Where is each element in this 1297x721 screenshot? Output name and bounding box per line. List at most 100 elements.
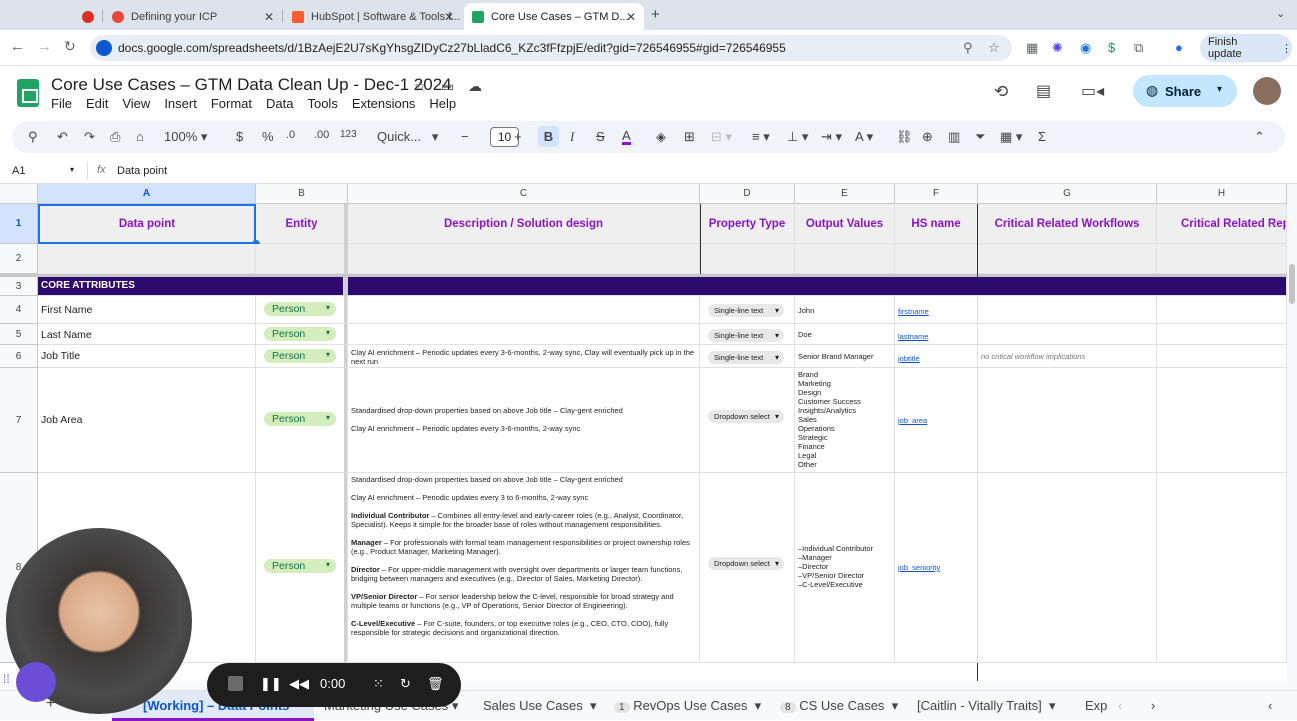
cell-h4[interactable] (1157, 296, 1287, 324)
cell-h7[interactable] (1157, 368, 1287, 473)
extension-icon[interactable]: ▦ (1026, 40, 1038, 56)
cell[interactable] (700, 244, 795, 274)
drag-handle-icon[interactable]: ⁞⁞ (3, 672, 10, 686)
column-header-g[interactable]: G (978, 184, 1157, 204)
cell-g7[interactable] (978, 368, 1157, 473)
cell-c4[interactable] (348, 296, 700, 324)
cell-d7[interactable]: Dropdown select (700, 368, 795, 473)
cell-b1[interactable]: Entity (256, 204, 348, 244)
merge-cells-icon[interactable]: ⊟ ▾ (711, 129, 732, 145)
back-icon[interactable]: ← (10, 38, 25, 55)
menu-data[interactable]: Data (266, 96, 293, 111)
hs-name-link[interactable]: lastname (898, 332, 928, 341)
font-size-increase-icon[interactable]: + (514, 129, 522, 144)
cell-d1[interactable]: Property Type (700, 204, 795, 244)
cell[interactable] (256, 244, 348, 274)
menu-view[interactable]: View (122, 96, 150, 111)
cell-b4[interactable]: Person (256, 296, 348, 324)
hs-name-link[interactable]: job_area (898, 416, 927, 425)
reload-icon[interactable]: ↻ (64, 38, 76, 55)
cell-e4[interactable]: John (795, 296, 895, 324)
cell-f4[interactable]: firstname (895, 296, 978, 324)
number-format-button[interactable]: 123 (340, 129, 357, 140)
cell-e1[interactable]: Output Values (795, 204, 895, 244)
strikethrough-icon[interactable]: S (596, 129, 605, 144)
grid-menu-icon[interactable]: ⁙ (373, 676, 384, 692)
column-header-h[interactable]: H (1157, 184, 1287, 204)
entity-chip[interactable]: Person (264, 412, 336, 426)
sheets-logo-icon[interactable] (17, 79, 39, 107)
cell-c8[interactable]: Standardised drop-down properties based … (348, 473, 700, 663)
text-color-icon[interactable]: A (622, 129, 631, 145)
row-header[interactable]: 5 (0, 324, 38, 345)
cell-f1[interactable]: HS name (895, 204, 978, 244)
move-folder-icon[interactable]: ▭ (441, 78, 454, 95)
text-wrap-icon[interactable]: ⇥ ▾ (821, 129, 842, 145)
print-icon[interactable]: ⎙ (110, 129, 120, 145)
cell-b6[interactable]: Person (256, 345, 348, 368)
cell-e5[interactable]: Doe (795, 324, 895, 345)
version-history-icon[interactable]: ⟲ (994, 82, 1008, 102)
property-type-dropdown[interactable]: Single-line text (708, 329, 784, 342)
finish-update-button[interactable]: Finish update ⋮ (1200, 34, 1292, 62)
cell-c7[interactable]: Standardised drop-down properties based … (348, 368, 700, 473)
extensions-puzzle-icon[interactable]: ⧉ (1134, 40, 1143, 56)
property-type-dropdown[interactable]: Dropdown select (708, 410, 784, 423)
browser-tab-active[interactable]: Core Use Cases – GTM D... ✕ (464, 3, 644, 30)
entity-chip[interactable]: Person (264, 327, 336, 341)
sheet-tab-sales[interactable]: Sales Use Cases ▾ (483, 698, 596, 714)
star-icon[interactable]: ☆ (414, 78, 427, 95)
insert-link-icon[interactable]: ⛓ (896, 129, 913, 145)
browser-tab-recording[interactable] (74, 3, 104, 30)
row-header[interactable]: 3 (0, 274, 38, 296)
menu-insert[interactable]: Insert (164, 96, 197, 111)
cell-f7[interactable]: job_area (895, 368, 978, 473)
menu-edit[interactable]: Edit (86, 96, 108, 111)
site-info-icon[interactable] (96, 40, 112, 56)
fill-color-icon[interactable]: ◈ (656, 129, 666, 145)
hs-name-link[interactable]: job_seniority (898, 563, 940, 572)
url-field[interactable]: docs.google.com/spreadsheets/d/1BzAejE2U… (90, 35, 1012, 61)
cell-b7[interactable]: Person (256, 368, 348, 473)
cell-f5[interactable]: lastname (895, 324, 978, 345)
filter-icon[interactable]: ⏷ (975, 129, 985, 145)
cell-f6[interactable]: jobtitle (895, 345, 978, 368)
borders-icon[interactable]: ⊞ (684, 129, 695, 145)
select-all-corner[interactable] (0, 184, 38, 204)
share-button[interactable]: ◍ Share ▾ (1133, 75, 1237, 107)
cell-a7[interactable]: Job Area (38, 368, 256, 473)
percent-button[interactable]: % (262, 129, 274, 144)
scroll-tabs-left-icon[interactable]: ‹ (1118, 698, 1122, 713)
extension-circle-icon[interactable]: ◉ (1080, 40, 1091, 56)
property-type-dropdown[interactable]: Dropdown select (708, 557, 784, 570)
column-header-c[interactable]: C (348, 184, 700, 204)
font-select[interactable]: Quick... ▾ (377, 129, 438, 145)
trash-icon[interactable]: 🗑 (427, 676, 444, 692)
cell-g1[interactable]: Critical Related Workflows (978, 204, 1157, 244)
italic-icon[interactable]: I (570, 129, 574, 145)
pause-icon[interactable]: ❚❚ (260, 676, 282, 692)
browser-tab-hubspot[interactable]: HubSpot | Software & Tools f... ✕ (284, 3, 462, 30)
zoom-select[interactable]: 100% ▾ (164, 129, 207, 145)
section-header[interactable]: CORE ATTRIBUTES (38, 277, 344, 296)
row-header[interactable]: 1 (0, 204, 38, 244)
cell-a6[interactable]: Job Title (38, 345, 256, 368)
avatar[interactable] (1253, 77, 1281, 105)
cloud-saved-icon[interactable]: ☁ (468, 78, 482, 95)
cell-h6[interactable] (1157, 345, 1287, 368)
new-tab-icon[interactable]: + (651, 6, 660, 23)
close-icon[interactable]: ✕ (626, 10, 636, 24)
chevron-down-icon[interactable]: ▾ (1217, 84, 1222, 95)
zoom-icon[interactable]: ⚲ (963, 40, 973, 56)
row-header[interactable]: 2 (0, 244, 38, 274)
vertical-scroll-thumb[interactable] (1289, 264, 1295, 304)
sheet-tab-revops[interactable]: 1 RevOps Use Cases ▾ (614, 698, 761, 714)
text-rotation-icon[interactable]: A ▾ (855, 129, 873, 145)
cell-b8[interactable]: Person (256, 473, 348, 663)
sheet-tab-exp[interactable]: Exp (1085, 698, 1107, 713)
menu-extensions[interactable]: Extensions (352, 96, 416, 111)
insert-comment-icon[interactable]: ⊕ (922, 129, 933, 145)
tab-search-chevron-icon[interactable]: ⌄ (1276, 7, 1285, 20)
cell[interactable] (895, 244, 978, 274)
functions-icon[interactable]: Σ (1038, 129, 1046, 144)
